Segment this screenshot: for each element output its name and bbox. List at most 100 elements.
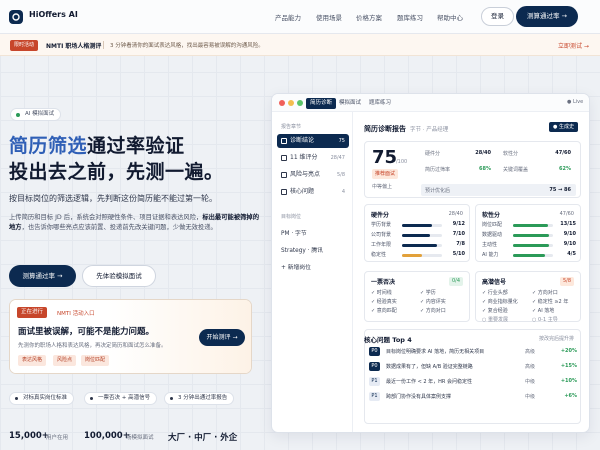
- hero-mock-interview-button[interactable]: 先体验模拟面试: [82, 265, 156, 287]
- close-dot-icon: [279, 100, 285, 106]
- issue-row[interactable]: P1 跨部门协作没有具体案例支撑 中级 +6%: [369, 391, 577, 403]
- issue-row[interactable]: P0 数据成果有了，但缺 A/B 验证完整链路 高级 +15%: [369, 361, 577, 373]
- total-score: 75: [372, 147, 398, 168]
- app-preview-window: 简历诊断 模拟面试 题库练习 ● Live 报告章节 诊断结论 75 11 维评分…: [271, 93, 590, 433]
- promo-title: 面试里被误解，可能不是能力问题。: [18, 327, 155, 337]
- nmti-promo-card[interactable]: 正在进行 NMTI 活动入口 面试里被误解，可能不是能力问题。 先测你的职场人格…: [9, 299, 252, 374]
- maximize-dot-icon: [297, 100, 303, 106]
- promo-entry-label: NMTI 活动入口: [57, 311, 95, 317]
- kv-pass-rate: 简历过筛率 68%: [425, 166, 491, 173]
- promo-description: 先测你的职场人格和表达风格，再决定简历和面试怎么准备。: [18, 343, 167, 349]
- target-icon: [281, 189, 287, 195]
- score-card: 75 /100 推荐面试 中等偏上 硬件分 28/40 软性分 47/60 简历过筛…: [364, 141, 581, 198]
- doc-icon: [281, 138, 287, 144]
- minimize-dot-icon: [288, 100, 294, 106]
- report-title: 简历诊断报告 字节 · 产品经理: [364, 125, 449, 133]
- sidebar-item-scores[interactable]: 11 维评分 28/47: [277, 151, 349, 165]
- status-dot-icon: [16, 113, 20, 117]
- sidebar-heading: 报告章节: [281, 124, 302, 130]
- score-row: 学历背景 9/12: [371, 221, 465, 228]
- sidebar-item-issues[interactable]: 核心问题 4: [277, 185, 349, 199]
- hero-test-button[interactable]: 测算通过率 →: [9, 265, 76, 287]
- prediction-bar: 预计优化后 75 → 86: [421, 184, 576, 196]
- hipo-item: ✓ 复合经验: [482, 308, 508, 314]
- score-row: 工作年限 7/8: [371, 241, 465, 248]
- veto-item: ✓ 内容评实: [420, 299, 446, 305]
- hero-title-line1: 简历筛选通过率验证: [9, 135, 185, 157]
- tab-mock-interview[interactable]: 模拟面试: [335, 98, 365, 109]
- hipo-item: ✓ 方向对口: [532, 290, 558, 296]
- grade-label: 中等偏上: [372, 184, 393, 190]
- stat-label: 场模拟面试: [126, 435, 154, 441]
- live-indicator: ● Live: [567, 99, 584, 105]
- hard-score-card: 硬件分 28/40 学历背景 9/12 公司背景 7/10 工作年限 7/8 稳定性 5…: [364, 204, 470, 262]
- score-row: 主动性 9/10: [482, 241, 576, 248]
- login-button[interactable]: 登录: [481, 7, 514, 26]
- hero-subtitle: 按目标岗位的筛选逻辑，先判断这份简历能不能过第一轮。: [9, 194, 217, 203]
- banner-test-link[interactable]: 立即测试 →: [558, 41, 589, 50]
- sidebar-item-risks[interactable]: 风险与亮点 5/8: [277, 168, 349, 182]
- ai-mock-pill: AI 模拟面试: [10, 108, 62, 121]
- soft-score-card: 软性分 47/60 岗位匹配 13/15 数据驱动 9/10 主动性 9/10 AI …: [475, 204, 581, 262]
- veto-item: ✓ 方向对口: [420, 308, 446, 314]
- promo-chip: 风险点: [53, 355, 77, 366]
- brand-name[interactable]: HiOffers AI: [29, 10, 78, 19]
- nav-link-question-bank[interactable]: 题库练习: [397, 12, 423, 22]
- feature-check: 对标真实岗位标准: [9, 392, 75, 405]
- sidebar-job[interactable]: PM · 字节: [281, 228, 307, 237]
- hipo-item: ✓ AI 落地: [532, 308, 555, 314]
- hipo-item: ✓ 行业头部: [482, 290, 508, 296]
- hero-description: 上传简历和目标 JD 后，系统会对照硬性条件、项目证据和表达风险，标出最可能被筛…: [9, 214, 259, 232]
- veto-item: ✓ 时间线: [371, 290, 392, 296]
- hipo-badge: 5/8: [559, 277, 574, 286]
- issue-row[interactable]: P0 目标岗位明确要求 AI 落地，简历无相关项目 高级 +20%: [369, 346, 577, 358]
- score-row: 岗位匹配 13/15: [482, 221, 576, 228]
- kv-hard: 硬件分 28/40: [425, 150, 491, 157]
- add-job-link[interactable]: + 新增岗位: [281, 262, 311, 271]
- generate-history-button[interactable]: ● 生成史: [549, 122, 578, 132]
- brand-logo-icon[interactable]: [9, 10, 23, 24]
- bullet-icon: [90, 397, 93, 400]
- issues-title: 核心问题 Top 4: [364, 336, 412, 344]
- nav-link-product[interactable]: 产品能力: [275, 12, 301, 22]
- banner-description: 3 分钟看清你的面试表达风格，找出最容易被误解的沟通风险。: [110, 43, 264, 49]
- grid-icon: [281, 155, 287, 161]
- kv-soft: 软性分 47/60: [503, 150, 571, 157]
- sidebar-job[interactable]: Strategy · 腾讯: [281, 245, 323, 254]
- veto-item: ✓ 学历: [420, 290, 436, 296]
- tab-resume-diagnosis[interactable]: 简历诊断: [306, 98, 337, 109]
- sidebar-heading: 目标岗位: [281, 214, 302, 220]
- bullet-icon: [15, 397, 18, 400]
- stat-value: 15,000+: [9, 431, 49, 441]
- shield-icon: [281, 172, 287, 178]
- score-max: /100: [396, 159, 408, 165]
- sidebar-item-conclusion[interactable]: 诊断结论 75: [277, 134, 349, 148]
- stat-value: 大厂 · 中厂 · 外企: [168, 433, 238, 443]
- start-assessment-button[interactable]: 开始测评 →: [199, 329, 245, 346]
- nav-link-help[interactable]: 帮助中心: [437, 12, 463, 22]
- nav-link-pricing[interactable]: 价格方案: [356, 12, 382, 22]
- banner-title: NMTI 职场人格测评: [46, 43, 102, 50]
- hero-title-line2: 投出去之前，先测一遍。: [9, 161, 224, 183]
- tab-question-bank[interactable]: 题库练习: [365, 98, 395, 109]
- hipo-item: ✓ 稳定性 ≥2 年: [532, 299, 569, 305]
- high-potential-card: 高潜信号 5/8 ✓ 行业头部 ✓ 方向对口 ✓ 商业指标量化 ✓ 稳定性 ≥2…: [475, 271, 581, 323]
- issues-sort-label: 按改完后提升排: [539, 336, 575, 342]
- ongoing-tag: 正在进行: [17, 307, 48, 318]
- stat-label: 用户在用: [46, 435, 69, 441]
- score-row: 稳定性 5/10: [371, 251, 465, 258]
- issue-row[interactable]: P1 最近一份工作 < 2 年，HR 会问稳定性 中级 +10%: [369, 376, 577, 388]
- nav-test-button[interactable]: 测算通过率 →: [516, 6, 578, 27]
- grade-badge: 推荐面试: [372, 169, 399, 179]
- feature-check: 一票否决 + 高潜信号: [84, 392, 158, 405]
- hipo-item: ○ 0-1 主导: [532, 317, 558, 323]
- hipo-item: ○ 重要发展: [482, 317, 508, 323]
- kv-prediction: 预计优化后 75 → 86: [425, 187, 571, 194]
- promo-chip: 表达风格: [18, 355, 47, 366]
- veto-item: ✓ 意向匹配: [371, 308, 397, 314]
- nav-link-scenarios[interactable]: 使用场景: [316, 12, 342, 22]
- promo-chip: 岗位匹配: [81, 355, 110, 366]
- veto-card: 一票否决 0/4 ✓ 时间线 ✓ 学历 ✓ 经验真实 ✓ 内容评实 ✓ 意向匹配…: [364, 271, 470, 322]
- banner-divider: [103, 41, 104, 49]
- kv-keyword: 关键词覆盖 62%: [503, 166, 571, 173]
